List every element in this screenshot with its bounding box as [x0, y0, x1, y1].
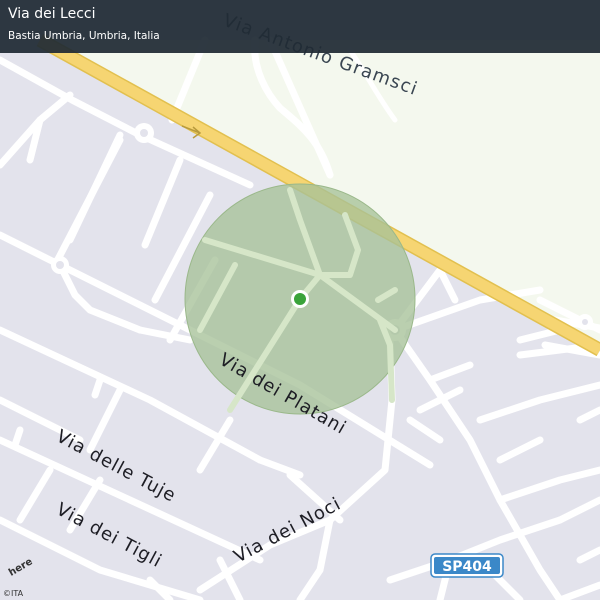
road-shield-sp404: SP404: [430, 553, 504, 578]
location-subtitle: Bastia Umbria, Umbria, Italia: [8, 30, 160, 42]
map-view[interactable]: Via Antonio Gramsci Via dei Platani Via …: [0, 0, 600, 600]
road-shield-label: SP404: [442, 559, 492, 575]
location-header: Via dei Lecci Bastia Umbria, Umbria, Ita…: [0, 0, 600, 53]
location-marker: [294, 293, 306, 305]
map-attribution[interactable]: ©ITA: [3, 589, 23, 598]
location-title: Via dei Lecci: [8, 6, 96, 22]
map-canvas: Via Antonio Gramsci Via dei Platani Via …: [0, 0, 600, 600]
